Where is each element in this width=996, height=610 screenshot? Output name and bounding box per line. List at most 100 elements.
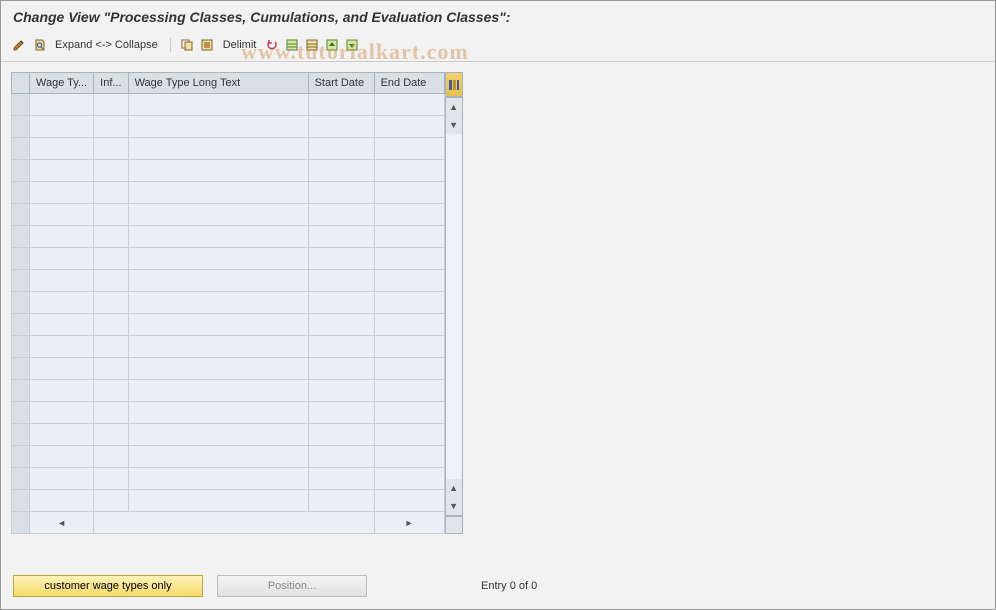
- hscroll-track[interactable]: [94, 512, 374, 534]
- cell-inf[interactable]: [94, 402, 128, 424]
- scroll-thumb-top[interactable]: ▼: [446, 116, 462, 134]
- cell-startdate[interactable]: [308, 270, 374, 292]
- cell-enddate[interactable]: [374, 160, 444, 182]
- cell-startdate[interactable]: [308, 116, 374, 138]
- scroll-thumb-bottom[interactable]: ▲: [446, 479, 462, 497]
- cell-inf[interactable]: [94, 490, 128, 512]
- table-row[interactable]: [12, 94, 445, 116]
- display-change-icon[interactable]: [11, 37, 27, 53]
- cell-longtext[interactable]: [128, 380, 308, 402]
- table-row[interactable]: [12, 358, 445, 380]
- cell-enddate[interactable]: [374, 116, 444, 138]
- cell-wagetype[interactable]: [30, 336, 94, 358]
- cell-startdate[interactable]: [308, 402, 374, 424]
- cell-enddate[interactable]: [374, 94, 444, 116]
- row-selector[interactable]: [12, 138, 30, 160]
- find-icon[interactable]: [31, 37, 47, 53]
- row-selector[interactable]: [12, 314, 30, 336]
- position-button[interactable]: Position...: [217, 575, 367, 597]
- cell-inf[interactable]: [94, 270, 128, 292]
- cell-longtext[interactable]: [128, 358, 308, 380]
- col-inf[interactable]: Inf...: [94, 73, 128, 94]
- cell-longtext[interactable]: [128, 402, 308, 424]
- cell-enddate[interactable]: [374, 204, 444, 226]
- cell-wagetype[interactable]: [30, 270, 94, 292]
- cell-enddate[interactable]: [374, 248, 444, 270]
- hscroll-right-button[interactable]: ►: [374, 512, 444, 534]
- hscroll-left-button[interactable]: ◄: [30, 512, 94, 534]
- cell-enddate[interactable]: [374, 446, 444, 468]
- cell-inf[interactable]: [94, 314, 128, 336]
- cell-longtext[interactable]: [128, 116, 308, 138]
- cell-wagetype[interactable]: [30, 446, 94, 468]
- cell-longtext[interactable]: [128, 446, 308, 468]
- delimit-button[interactable]: Delimit: [219, 39, 261, 51]
- cell-wagetype[interactable]: [30, 380, 94, 402]
- data-grid[interactable]: Wage Ty... Inf... Wage Type Long Text St…: [11, 72, 445, 534]
- cell-inf[interactable]: [94, 116, 128, 138]
- row-selector[interactable]: [12, 358, 30, 380]
- sort-desc-icon[interactable]: [344, 37, 360, 53]
- table-row[interactable]: [12, 424, 445, 446]
- table-row[interactable]: [12, 490, 445, 512]
- horizontal-scrollbar[interactable]: ◄ ►: [12, 512, 445, 534]
- vertical-scrollbar[interactable]: ▲ ▼ ▲ ▼: [445, 97, 463, 516]
- cell-startdate[interactable]: [308, 358, 374, 380]
- table-row[interactable]: [12, 380, 445, 402]
- table-row[interactable]: [12, 138, 445, 160]
- table-row[interactable]: [12, 468, 445, 490]
- cell-enddate[interactable]: [374, 468, 444, 490]
- row-selector[interactable]: [12, 116, 30, 138]
- cell-startdate[interactable]: [308, 336, 374, 358]
- cell-startdate[interactable]: [308, 226, 374, 248]
- cell-longtext[interactable]: [128, 160, 308, 182]
- cell-longtext[interactable]: [128, 490, 308, 512]
- column-config-button[interactable]: [445, 72, 463, 97]
- cell-inf[interactable]: [94, 292, 128, 314]
- cell-longtext[interactable]: [128, 248, 308, 270]
- col-rowselector[interactable]: [12, 73, 30, 94]
- cell-startdate[interactable]: [308, 424, 374, 446]
- row-selector[interactable]: [12, 204, 30, 226]
- table-row[interactable]: [12, 292, 445, 314]
- undo-icon[interactable]: [264, 37, 280, 53]
- cell-longtext[interactable]: [128, 138, 308, 160]
- cell-longtext[interactable]: [128, 292, 308, 314]
- cell-wagetype[interactable]: [30, 94, 94, 116]
- cell-startdate[interactable]: [308, 160, 374, 182]
- row-selector[interactable]: [12, 380, 30, 402]
- cell-longtext[interactable]: [128, 204, 308, 226]
- row-selector[interactable]: [12, 446, 30, 468]
- cell-longtext[interactable]: [128, 226, 308, 248]
- cell-wagetype[interactable]: [30, 160, 94, 182]
- cell-longtext[interactable]: [128, 424, 308, 446]
- row-selector[interactable]: [12, 94, 30, 116]
- table-row[interactable]: [12, 314, 445, 336]
- select-block-icon[interactable]: [284, 37, 300, 53]
- cell-inf[interactable]: [94, 424, 128, 446]
- cell-startdate[interactable]: [308, 182, 374, 204]
- cell-wagetype[interactable]: [30, 358, 94, 380]
- col-wagetype[interactable]: Wage Ty...: [30, 73, 94, 94]
- cell-longtext[interactable]: [128, 94, 308, 116]
- cell-wagetype[interactable]: [30, 292, 94, 314]
- col-longtext[interactable]: Wage Type Long Text: [128, 73, 308, 94]
- row-selector[interactable]: [12, 424, 30, 446]
- cell-enddate[interactable]: [374, 314, 444, 336]
- cell-enddate[interactable]: [374, 292, 444, 314]
- cell-wagetype[interactable]: [30, 226, 94, 248]
- cell-inf[interactable]: [94, 182, 128, 204]
- cell-inf[interactable]: [94, 358, 128, 380]
- cell-inf[interactable]: [94, 380, 128, 402]
- cell-longtext[interactable]: [128, 336, 308, 358]
- row-selector[interactable]: [12, 226, 30, 248]
- table-row[interactable]: [12, 446, 445, 468]
- cell-wagetype[interactable]: [30, 424, 94, 446]
- scroll-up-button[interactable]: ▲: [446, 98, 462, 116]
- sort-asc-icon[interactable]: [324, 37, 340, 53]
- row-selector[interactable]: [12, 182, 30, 204]
- table-row[interactable]: [12, 270, 445, 292]
- col-startdate[interactable]: Start Date: [308, 73, 374, 94]
- cell-enddate[interactable]: [374, 270, 444, 292]
- expand-collapse-button[interactable]: Expand <-> Collapse: [51, 39, 162, 51]
